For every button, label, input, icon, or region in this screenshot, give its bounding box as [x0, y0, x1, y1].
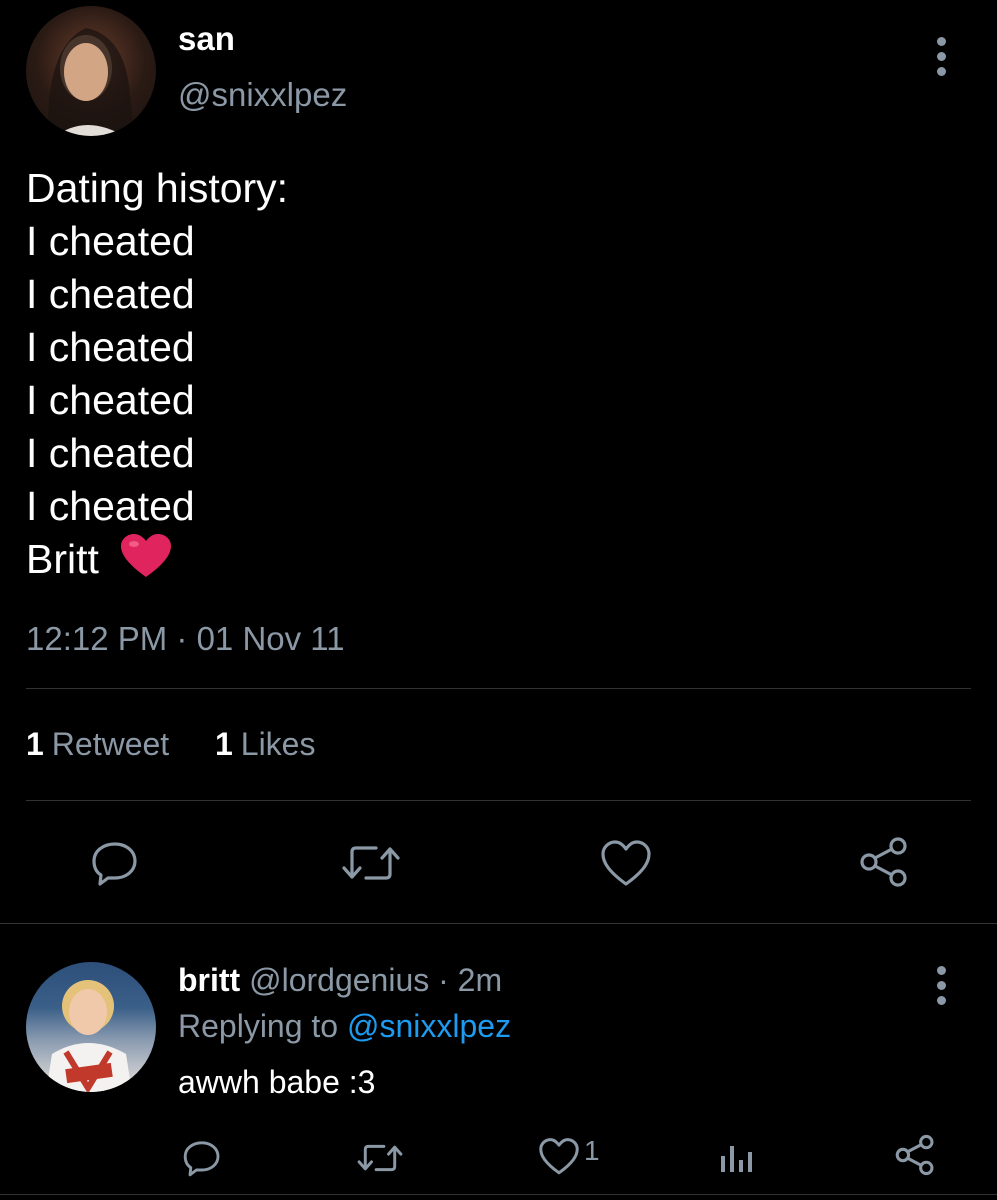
divider [26, 800, 971, 801]
display-name[interactable]: san [178, 20, 235, 58]
retweet-count: 1 [26, 726, 44, 762]
like-icon[interactable] [538, 1138, 580, 1176]
like-icon[interactable] [600, 840, 652, 888]
tweet-line: I cheated [26, 218, 195, 264]
share-icon[interactable] [858, 836, 910, 888]
reply-icon[interactable] [90, 838, 140, 888]
tweet-line: I cheated [26, 377, 195, 423]
display-name[interactable]: britt [178, 962, 240, 998]
tweet-stats: 1 Retweet 1 Likes [26, 726, 315, 763]
tweet-line: I cheated [26, 324, 195, 370]
avatar-image [47, 28, 134, 136]
replying-mention-link[interactable]: @snixxlpez [347, 1008, 511, 1044]
handle[interactable]: @snixxlpez [178, 76, 347, 114]
retweet-stat[interactable]: 1 Retweet [26, 726, 178, 762]
retweet-icon[interactable] [340, 840, 402, 886]
handle[interactable]: @lordgenius [249, 962, 429, 998]
analytics-icon[interactable] [718, 1138, 754, 1174]
retweet-icon[interactable] [356, 1140, 404, 1176]
more-options-icon[interactable] [937, 966, 947, 1011]
tweet-line: I cheated [26, 271, 195, 317]
share-icon[interactable] [894, 1134, 936, 1176]
tweet-line: Britt [26, 536, 99, 582]
tweet-line: I cheated [26, 430, 195, 476]
like-count: 1 [584, 1135, 600, 1166]
divider [0, 1194, 997, 1195]
tweet-line: I cheated [26, 483, 195, 529]
divider [0, 923, 997, 924]
tweet-text: Dating history: I cheated I cheated I ch… [26, 162, 288, 586]
more-options-icon[interactable] [937, 37, 947, 82]
tweet-line-last: Britt [26, 533, 288, 586]
heart-emoji-icon [121, 534, 172, 577]
reply-header: britt @lordgenius · 2m [178, 962, 502, 999]
like-stat[interactable]: 1 Likes [215, 726, 316, 762]
avatar[interactable] [26, 962, 156, 1092]
retweet-label: Retweet [51, 726, 170, 762]
divider [26, 688, 971, 689]
avatar[interactable] [26, 6, 156, 136]
like-label: Likes [240, 726, 316, 762]
avatar-image [46, 980, 132, 1092]
like-count: 1 [214, 726, 233, 762]
replying-label: Replying to [178, 1008, 339, 1044]
tweet-line: Dating history: [26, 165, 289, 211]
reply-age: · 2m [438, 962, 503, 998]
replying-to: Replying to @snixxlpez [178, 1008, 511, 1045]
reply-text: awwh babe :3 [178, 1064, 376, 1100]
reply-icon[interactable] [182, 1138, 222, 1178]
timestamp[interactable]: 12:12 PM · 01 Nov 11 [26, 620, 345, 658]
